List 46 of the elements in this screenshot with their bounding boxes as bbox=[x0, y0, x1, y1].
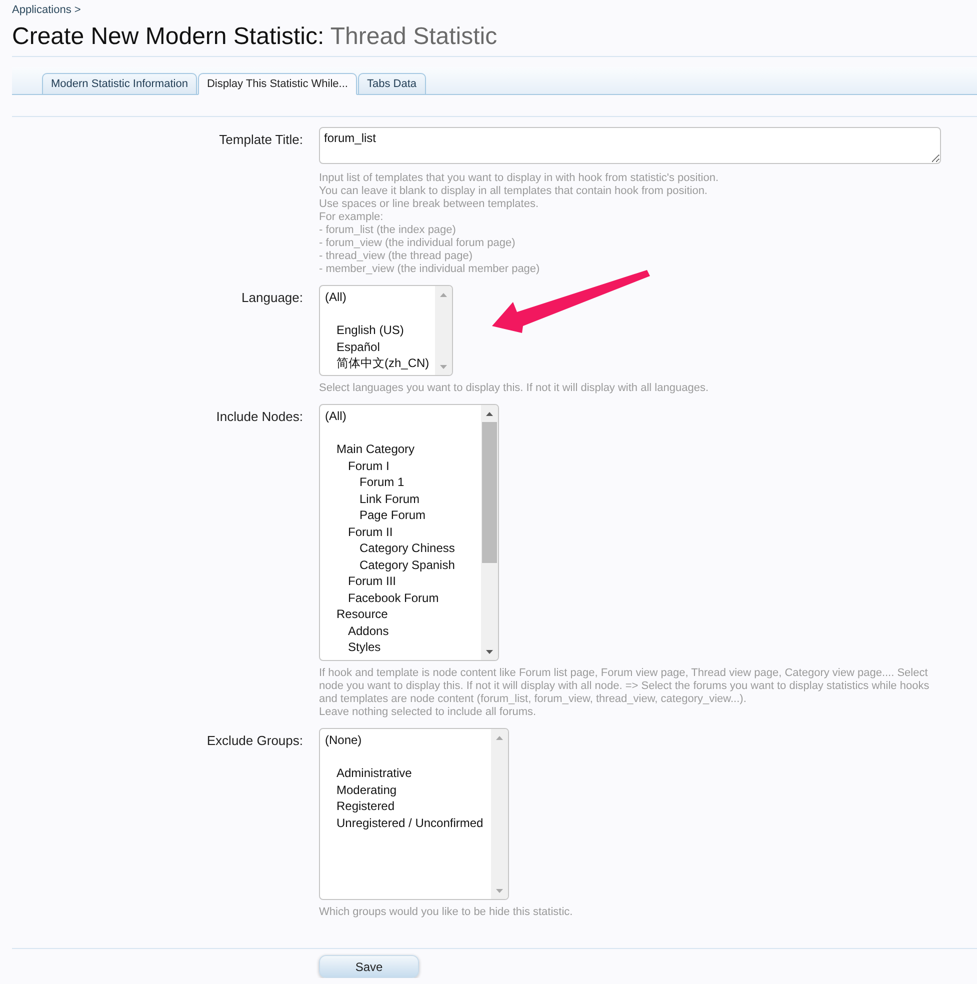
list-option[interactable]: Unregistered / Unconfirmed bbox=[320, 814, 485, 831]
list-option[interactable]: Facebook Forum bbox=[320, 590, 475, 606]
tab[interactable]: Modern Statistic Information bbox=[42, 73, 197, 95]
page-title: Create New Modern Statistic: bbox=[12, 23, 324, 50]
list-box[interactable]: (All) English (US) Español 简体中文(zh_CN) bbox=[319, 285, 454, 376]
list-option[interactable]: Moderating bbox=[320, 782, 485, 798]
field-hint: Which groups would you like to be hide this statistic. bbox=[319, 906, 574, 919]
list-option[interactable]: (All) bbox=[320, 408, 475, 424]
list-box[interactable]: (All) Main Category Forum I Forum 1 Link Forum Page Forum Forum II Category Chiness Category Spanish Forum III Facebook Forum Resource Addons Styles bbox=[319, 404, 499, 661]
list-option[interactable]: Link Forum bbox=[320, 490, 475, 507]
scroll-thumb[interactable] bbox=[482, 422, 497, 564]
caret-down-icon[interactable] bbox=[486, 650, 493, 654]
list-option[interactable]: Category Chiness bbox=[320, 540, 475, 556]
field-label: Language: bbox=[242, 290, 303, 305]
list-option[interactable]: (None) bbox=[320, 732, 485, 748]
field-hint: Input list of templates that you want to display in with hook from statistic's position. You can leave it blank to display in all templates that contain hook from position. Use spaces or line break between templates. For example: - forum_list (the index page) - forum_view (the individual forum page) - thread_view (the thread page) - member_view (the individual member page) bbox=[319, 172, 720, 276]
list-option[interactable]: Forum I bbox=[320, 458, 475, 474]
list-option[interactable]: Español bbox=[320, 338, 430, 355]
tab[interactable]: Display This Statistic While... bbox=[198, 73, 357, 95]
list-option[interactable]: (All) bbox=[320, 289, 430, 306]
list-option[interactable]: English (US) bbox=[320, 322, 430, 338]
field-hint: Select languages you want to display this. If not it will display with all languages. bbox=[319, 382, 710, 395]
list-box[interactable]: (None) Administrative Moderating Registered Unregistered / Unconfirmed bbox=[319, 728, 509, 900]
field-label: Exclude Groups: bbox=[206, 733, 303, 748]
list-option[interactable]: Administrative bbox=[320, 765, 485, 782]
list-option[interactable]: Registered bbox=[320, 798, 485, 814]
tab[interactable]: Tabs Data bbox=[358, 73, 426, 95]
list-option[interactable]: Main Category bbox=[320, 441, 475, 458]
list-option[interactable]: Styles bbox=[320, 639, 475, 656]
caret-up-icon[interactable] bbox=[486, 412, 493, 416]
list-option[interactable]: Category Spanish bbox=[320, 556, 475, 573]
field-label: Template Title: bbox=[219, 132, 303, 147]
list-option[interactable]: 简体中文(zh_CN) bbox=[320, 355, 430, 372]
title-subject: Thread Statistic bbox=[330, 23, 498, 50]
field-label: Include Nodes: bbox=[216, 409, 303, 424]
list-option[interactable]: Forum III bbox=[320, 573, 475, 590]
scrollbar[interactable] bbox=[481, 405, 498, 660]
list-option[interactable]: Forum 1 bbox=[320, 474, 475, 490]
save-button[interactable]: Save bbox=[319, 955, 419, 978]
list-option[interactable]: Addons bbox=[320, 622, 475, 639]
field-hint: If hook and template is node content like Forum list page, Forum view page, Thread view page, Category view page.... Select node you want to display this. If not it will display with all node. => Select the forums you want to display statistics while hooks and templates are node content (forum_list, forum_view, thread_view, category_view...). Leave nothing selected to include all forums. bbox=[319, 667, 930, 719]
list-option[interactable]: Resource bbox=[320, 606, 475, 622]
list-option[interactable]: Page Forum bbox=[320, 507, 475, 524]
breadcrumb-link[interactable]: Applications > bbox=[12, 4, 81, 16]
text-area[interactable]: forum_list bbox=[319, 127, 941, 164]
list-option[interactable]: Forum II bbox=[320, 524, 475, 540]
